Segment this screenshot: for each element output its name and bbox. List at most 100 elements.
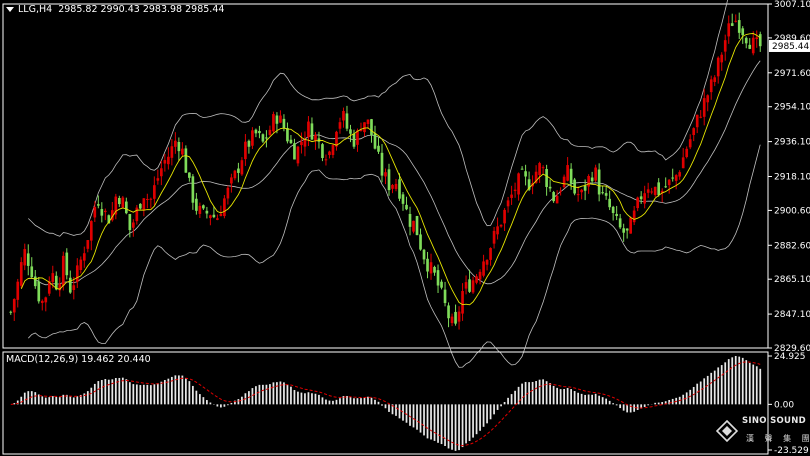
candle-body: [454, 311, 457, 324]
candle-body: [26, 253, 30, 266]
candle-body: [685, 148, 689, 157]
candle-body: [583, 185, 587, 191]
candle-body: [170, 146, 174, 158]
candle: [296, 145, 300, 167]
price-axis-label: 2882.60: [774, 241, 810, 251]
candle-body: [153, 185, 156, 199]
candle-body: [233, 170, 237, 179]
candle-body: [751, 37, 755, 54]
candle-body: [601, 192, 604, 194]
dropdown-triangle-icon[interactable]: [6, 7, 14, 12]
candle-body: [706, 95, 710, 103]
candle-body: [195, 198, 198, 211]
candle-body: [51, 273, 55, 282]
candle-body: [503, 209, 506, 224]
candle-body: [391, 184, 394, 189]
candle-body: [268, 129, 272, 135]
candle-body: [307, 121, 310, 138]
candle-body: [272, 114, 275, 132]
candle-body: [615, 213, 618, 216]
price-axis-label: 2936.10: [774, 138, 810, 148]
candle-body: [426, 258, 429, 272]
candle-body: [496, 226, 499, 235]
candle-body: [317, 138, 321, 142]
candle-body: [541, 167, 545, 169]
candle: [629, 216, 632, 234]
candle-body: [664, 186, 668, 188]
candle-body: [89, 221, 93, 241]
candle-body: [202, 205, 205, 209]
candle-body: [226, 187, 230, 199]
candle-body: [366, 119, 370, 124]
candle-body: [744, 37, 748, 44]
candle-body: [296, 146, 300, 164]
candle-body: [251, 130, 254, 146]
price-axis-label: 2900.60: [774, 206, 810, 216]
candle-body: [181, 148, 184, 155]
candle-body: [86, 240, 90, 249]
candle-body: [699, 116, 703, 118]
candle-body: [643, 193, 647, 204]
candle-body: [160, 168, 163, 177]
candle-body: [132, 222, 135, 228]
candle-body: [324, 159, 328, 161]
candle-body: [149, 198, 153, 200]
candle-body: [555, 195, 559, 204]
candle-body: [562, 176, 566, 188]
candle-body: [338, 122, 342, 129]
candle-body: [314, 134, 317, 141]
candle-body: [723, 40, 727, 52]
candle-body: [734, 20, 738, 22]
candle-body: [548, 186, 552, 189]
price-axis-label: 2918.10: [774, 172, 810, 182]
candle-body: [345, 113, 349, 129]
candle-body: [475, 276, 478, 283]
candle-body: [510, 194, 513, 198]
candle-body: [303, 139, 307, 147]
candle-body: [387, 169, 391, 191]
candle-body: [569, 168, 573, 184]
candle-body: [265, 137, 268, 139]
candle-body: [349, 129, 352, 134]
candle-body: [590, 177, 594, 182]
candle: [272, 111, 275, 134]
candle-body: [482, 261, 485, 276]
price-chart[interactable]: 3007.102989.602971.602954.102936.102918.…: [0, 0, 810, 456]
candle-body: [401, 194, 405, 204]
candle-body: [702, 98, 706, 117]
candle-body: [300, 141, 303, 146]
candle-body: [538, 163, 541, 176]
candle-body: [611, 206, 615, 213]
price-axis-label: 2847.10: [774, 310, 810, 320]
candle-body: [618, 218, 622, 228]
candle: [65, 248, 69, 280]
candle-body: [68, 277, 72, 293]
candle-body: [373, 133, 377, 149]
candle-body: [429, 262, 433, 274]
candle-body: [209, 215, 212, 219]
candle-body: [513, 189, 517, 191]
ohlc-values: 2985.82 2990.43 2983.98 2985.44: [58, 4, 225, 15]
candle-body: [247, 140, 251, 147]
candle-body: [40, 300, 44, 303]
candle-body: [352, 133, 356, 147]
candle-body: [632, 210, 636, 223]
candle-body: [30, 266, 34, 278]
candle-body: [282, 118, 286, 129]
macd-axis-label: 24.925: [774, 352, 806, 362]
price-axis-label: 2971.60: [774, 69, 810, 79]
candle-body: [275, 115, 279, 124]
candle-body: [433, 266, 436, 273]
candle-body: [730, 23, 734, 26]
candle-body: [667, 179, 671, 186]
candle-body: [674, 175, 678, 181]
candle-body: [461, 290, 464, 314]
candle-body: [559, 190, 562, 192]
candle-body: [370, 119, 373, 136]
candle: [251, 127, 254, 149]
candle-body: [709, 79, 713, 93]
candle-body: [443, 289, 447, 304]
candle-body: [629, 217, 632, 234]
price-axis-label: 2954.10: [774, 103, 810, 113]
candle-body: [23, 249, 27, 266]
